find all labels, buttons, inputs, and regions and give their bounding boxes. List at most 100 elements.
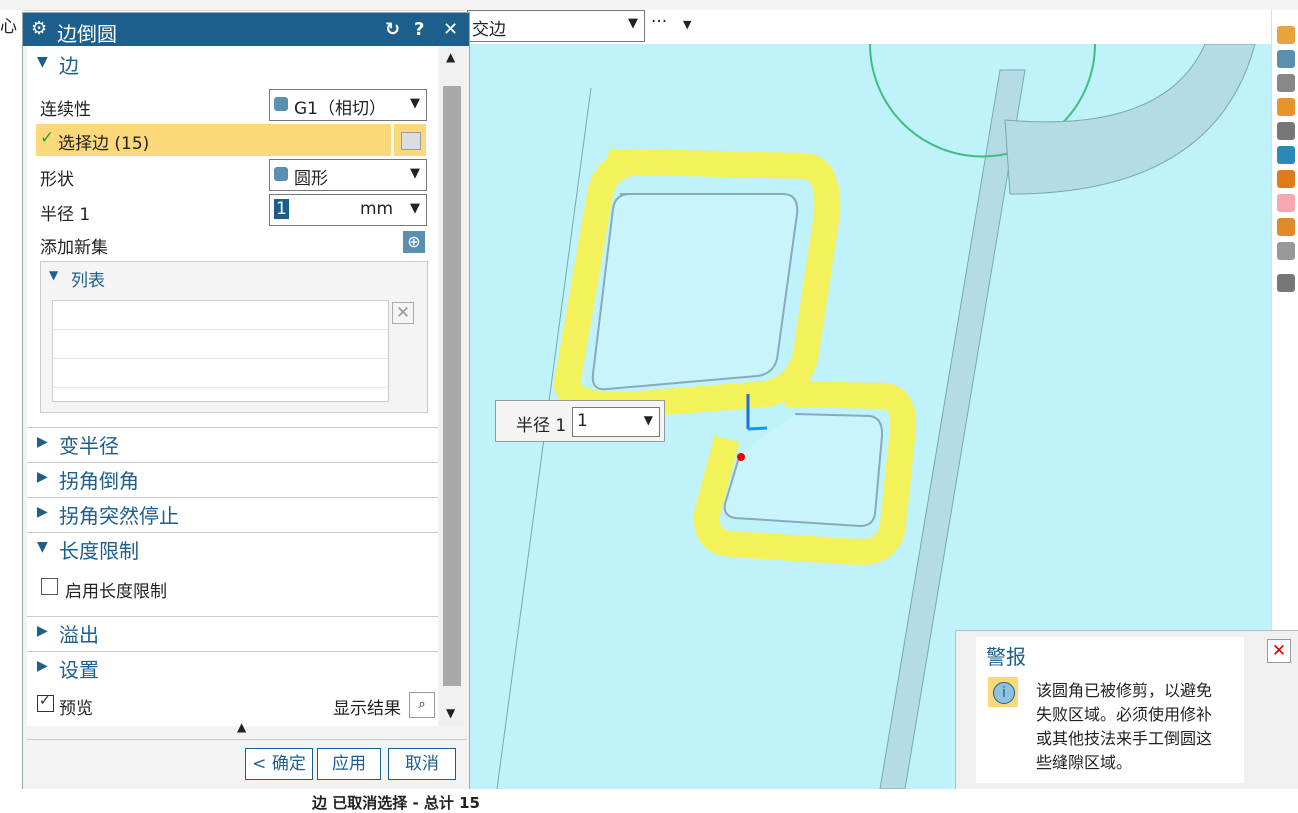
add-new-set-button[interactable]: ⊕ — [403, 231, 425, 253]
more-options-button[interactable]: ··· — [651, 12, 667, 32]
dialog-title: 边倒圆 — [57, 22, 117, 46]
chevron-right-icon: ▶ — [37, 434, 48, 450]
select-edge-label: 选择边 (15) — [58, 134, 150, 154]
section-settings[interactable]: ▶ 设置 — [27, 651, 438, 684]
radius-unit: mm — [360, 199, 394, 219]
snap-icon[interactable] — [1277, 218, 1295, 236]
ok-button[interactable]: < 确定 > — [245, 748, 313, 804]
chevron-down-icon: ▼ — [410, 201, 420, 216]
section-variable-radius-label: 变半径 — [59, 434, 119, 458]
section-corner-stop[interactable]: ▶ 拐角突然停止 — [27, 497, 438, 530]
viewport-top-bar: 交边 ▼ ··· ▼ — [465, 10, 1298, 44]
check-icon: ✓ — [39, 693, 51, 709]
preview-checkbox[interactable]: ✓ — [37, 693, 54, 712]
section-corner-setback-label: 拐角倒角 — [59, 469, 139, 493]
collapse-icon[interactable]: ▲ — [237, 720, 246, 734]
section-overflow-label: 溢出 — [59, 623, 99, 647]
remove-icon[interactable]: ✕ — [392, 302, 414, 324]
continuity-value: G1（相切） — [294, 99, 386, 119]
lower-pocket — [723, 413, 884, 528]
alert-message-line: 该圆角已被修剪，以避免 — [1036, 681, 1213, 700]
cancel-button[interactable]: 取消 — [388, 748, 456, 780]
upper-pocket — [591, 193, 799, 391]
gear-icon[interactable]: ⚙ — [31, 18, 47, 39]
alert-close-button[interactable]: ✕ — [1267, 639, 1291, 663]
alert-message-line: 失败区域。必须使用修补 — [1036, 705, 1213, 724]
section-variable-radius[interactable]: ▶ 变半径 — [27, 427, 438, 460]
info-icon: i — [988, 677, 1018, 707]
plane-icon[interactable] — [1277, 194, 1295, 212]
radius-popup-label: 半径 1 — [516, 416, 567, 436]
section-edge[interactable]: ▼ 边 — [27, 48, 438, 80]
list-group: ▼ 列表 ✕ — [40, 261, 428, 413]
shape-value: 圆形 — [294, 169, 328, 189]
radius-input[interactable]: 1 mm ▼ — [269, 194, 427, 226]
selection-filter-value: 交边 — [472, 20, 506, 40]
section-settings-label: 设置 — [59, 658, 99, 682]
render-icon[interactable] — [1277, 122, 1295, 140]
radius-on-screen-input[interactable]: 半径 1 1 ▼ — [495, 400, 665, 442]
chevron-down-icon: ▼ — [643, 413, 653, 427]
reset-icon[interactable]: ↻ — [385, 19, 400, 40]
section-corner-setback[interactable]: ▶ 拐角倒角 — [27, 462, 438, 495]
alert-title: 警报 — [986, 645, 1026, 669]
dialog-scrollbar[interactable]: ▲ ▼ — [440, 46, 464, 726]
close-icon[interactable]: ✕ — [443, 19, 458, 40]
help-icon[interactable]: ? — [414, 19, 424, 40]
add-new-set-label: 添加新集 — [40, 238, 108, 258]
enable-length-limit-checkbox[interactable] — [41, 578, 58, 595]
sketch-icon[interactable] — [1277, 26, 1295, 44]
selection-filter-dropdown[interactable]: 交边 ▼ — [467, 10, 645, 42]
radius-popup-field[interactable]: 1 ▼ — [572, 407, 660, 437]
alert-message: 该圆角已被修剪，以避免 失败区域。必须使用修补 或其他技法来手工倒圆这 些缝隙区… — [1036, 679, 1246, 775]
radius-popup-value: 1 — [577, 411, 588, 431]
continuity-dropdown[interactable]: G1（相切） ▼ — [269, 89, 427, 121]
scrollbar-thumb[interactable] — [443, 86, 461, 686]
show-result-label: 显示结果 — [333, 699, 401, 719]
chevron-down-icon[interactable]: ▼ — [49, 268, 58, 282]
chevron-down-icon: ▼ — [628, 16, 638, 31]
apply-button[interactable]: 应用 — [317, 748, 381, 780]
check-icon: ✓ — [40, 128, 55, 148]
chevron-right-icon: ▶ — [37, 623, 48, 639]
section-length-limit-label: 长度限制 — [59, 539, 139, 563]
select-edge-row[interactable]: ✓ 选择边 (15) — [36, 124, 391, 156]
status-bar: 边 已取消选择 - 总计 15 — [0, 789, 1298, 812]
solid-body-icon[interactable] — [1277, 170, 1295, 188]
chevron-right-icon: ▶ — [37, 658, 48, 674]
fillet-icon — [274, 167, 288, 181]
section-overflow[interactable]: ▶ 溢出 — [27, 616, 438, 649]
enable-length-limit-label: 启用长度限制 — [65, 582, 167, 602]
section-length-limit[interactable]: ▼ 长度限制 — [27, 532, 438, 565]
list-label: 列表 — [71, 271, 105, 291]
fillet-icon — [274, 97, 288, 111]
shape-dropdown[interactable]: 圆形 ▼ — [269, 159, 427, 191]
chevron-down-icon: ▼ — [37, 54, 48, 70]
list-box[interactable] — [52, 300, 389, 402]
edge-blend-dialog: ⚙ 边倒圆 ↻ ? ✕ ▼ 边 连续性 G1（相切） ▼ ✓ 选择边 (15) … — [22, 12, 470, 804]
preview-label: 预览 — [59, 699, 93, 719]
radius-value: 1 — [274, 199, 289, 219]
chevron-up-icon[interactable]: ▲ — [446, 50, 455, 64]
section-corner-stop-label: 拐角突然停止 — [59, 504, 179, 528]
chevron-down-icon: ▼ — [37, 539, 48, 555]
show-result-button[interactable]: ⌕ — [409, 692, 435, 718]
shaded-icon[interactable] — [1277, 98, 1295, 116]
hide-icon[interactable] — [1277, 74, 1295, 92]
shape-label: 形状 — [40, 170, 74, 190]
box-icon[interactable] — [1277, 242, 1295, 260]
view-orient-icon[interactable] — [1277, 50, 1295, 68]
edit-section-icon[interactable] — [1277, 146, 1295, 164]
chevron-down-icon[interactable]: ▼ — [446, 706, 455, 720]
chevron-right-icon: ▶ — [37, 469, 48, 485]
section-edge-label: 边 — [59, 54, 79, 78]
pipe-face — [1004, 44, 1256, 195]
select-edge-cube-icon[interactable] — [394, 124, 426, 156]
dialog-body: ▼ 边 连续性 G1（相切） ▼ ✓ 选择边 (15) 形状 圆形 ▼ 半径 1… — [27, 46, 438, 726]
measure-icon[interactable] — [1277, 274, 1295, 292]
chevron-down-icon[interactable]: ▼ — [683, 18, 691, 31]
chevron-right-icon: ▶ — [37, 504, 48, 520]
alert-message-line: 或其他技法来手工倒圆这 — [1036, 729, 1213, 748]
alert-message-line: 些缝隙区域。 — [1036, 753, 1133, 772]
chevron-down-icon: ▼ — [410, 96, 420, 111]
